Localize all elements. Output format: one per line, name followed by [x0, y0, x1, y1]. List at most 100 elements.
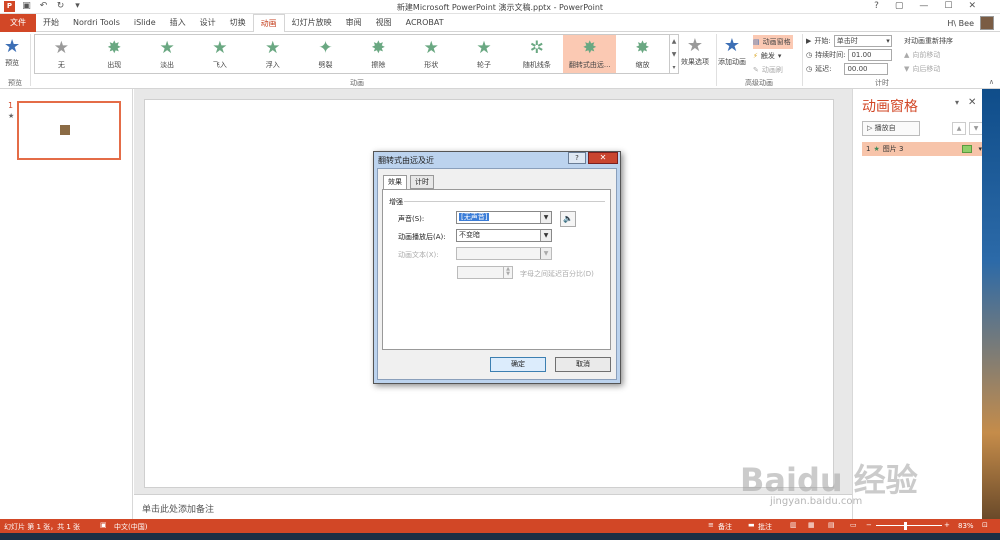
comments-toggle[interactable]: 批注 [758, 522, 772, 532]
reading-view-icon[interactable]: ▤ [828, 521, 835, 529]
help-icon[interactable]: ? [874, 1, 879, 11]
animation-float-in[interactable]: ★ 浮入 [246, 35, 299, 73]
zoom-out-icon[interactable]: − [866, 521, 872, 529]
move-up-button[interactable]: ▲ [952, 122, 966, 135]
gallery-up-icon[interactable]: ▲ [670, 35, 678, 48]
slide-sorter-icon[interactable]: ▦ [808, 521, 815, 529]
dialog-close-button[interactable]: ✕ [588, 152, 618, 164]
arrow-up-icon: ▲ [904, 51, 910, 59]
zoom-level[interactable]: 83% [958, 522, 974, 530]
animation-zoom[interactable]: ✸ 缩放 [616, 35, 669, 73]
pane-options-icon[interactable]: ▾ [955, 98, 959, 107]
slideshow-icon[interactable]: ▭ [850, 521, 857, 529]
animation-appear[interactable]: ✸ 出现 [88, 35, 141, 73]
tab-islide[interactable]: iSlide [127, 14, 163, 32]
group-label-preview: 预览 [8, 79, 22, 87]
user-account[interactable]: H\ Bee [947, 16, 994, 30]
zoom-in-icon[interactable]: + [944, 521, 950, 529]
animation-wheel[interactable]: ★ 轮子 [458, 35, 511, 73]
user-name[interactable]: H\ Bee [947, 19, 974, 28]
notes-placeholder[interactable]: 单击此处添加备注 [142, 502, 214, 515]
animation-pane-title: 动画窗格 [862, 99, 918, 115]
tab-effect[interactable]: 效果 [383, 175, 407, 190]
speaker-icon[interactable]: 🔈 [560, 211, 576, 227]
tab-acrobat[interactable]: ACROBAT [399, 14, 451, 32]
spinner-arrows-icon[interactable]: ▲ ▼ [503, 267, 512, 278]
zoom-slider[interactable] [876, 525, 942, 526]
animation-list-item[interactable]: 1 ★ 图片 3 ▾ [862, 142, 986, 156]
chevron-down-icon: ▼ [540, 230, 551, 241]
tab-view[interactable]: 视图 [369, 14, 399, 32]
animation-shape[interactable]: ★ 形状 [405, 35, 458, 73]
tab-nordri-tools[interactable]: Nordri Tools [66, 14, 127, 32]
sound-select[interactable]: [无声音] ▼ [456, 211, 552, 224]
animation-label: 飞入 [212, 61, 227, 69]
gallery-scroll[interactable]: ▲ ▼ ▾ [670, 34, 679, 74]
add-animation-label: 添加动画 [718, 58, 746, 66]
normal-view-icon[interactable]: ▥ [790, 521, 797, 529]
animation-painter-button[interactable]: ✎ 动画刷 [753, 63, 793, 77]
fade-icon: ★ [159, 38, 175, 58]
tab-home[interactable]: 开始 [36, 14, 66, 32]
ribbon-display-icon[interactable]: ▢ [895, 1, 904, 11]
ok-button[interactable]: 确定 [490, 357, 546, 372]
animation-fly-in[interactable]: ★ 飞入 [193, 35, 246, 73]
tab-design[interactable]: 设计 [193, 14, 223, 32]
split-icon: ✦ [318, 38, 333, 58]
trigger-icon: ⚡ [753, 52, 758, 60]
fit-slide-icon[interactable]: ⊡ [982, 521, 988, 529]
delay-input[interactable]: 00.00 [844, 63, 889, 75]
after-animation-select[interactable]: 不变暗 ▼ [456, 229, 552, 242]
trigger-label: 触发 [760, 52, 775, 60]
gallery-more-icon[interactable]: ▾ [670, 61, 678, 74]
letter-delay-spinner[interactable]: ▲ ▼ [457, 266, 513, 279]
gallery-down-icon[interactable]: ▼ [670, 48, 678, 61]
animation-grow-turn[interactable]: ✸ 翻转式由远... [563, 35, 617, 73]
animate-text-select[interactable]: ▼ [456, 247, 552, 260]
close-icon[interactable]: ✕ [968, 1, 976, 11]
collapse-ribbon-icon[interactable]: ∧ [989, 78, 994, 86]
zoom-slider-thumb[interactable] [904, 522, 907, 530]
animation-label: 形状 [424, 61, 439, 69]
tab-file[interactable]: 文件 [0, 13, 36, 32]
add-animation-button[interactable]: ★ 添加动画 [718, 35, 746, 67]
animation-none-star[interactable]: ★ 无 [35, 35, 88, 73]
start-select[interactable]: 单击时 ▾ [833, 35, 892, 47]
animation-fade[interactable]: ★ 淡出 [141, 35, 194, 73]
animation-wipe[interactable]: ✸ 擦除 [352, 35, 405, 73]
tab-transitions[interactable]: 切换 [223, 14, 253, 32]
comments-icon[interactable]: ▬ [748, 521, 755, 529]
cancel-button[interactable]: 取消 [555, 357, 611, 372]
spellcheck-icon[interactable]: ▣ [100, 521, 107, 529]
dialog-help-button[interactable]: ? [568, 152, 586, 164]
play-from-button[interactable]: ▷ 播放自 [862, 121, 920, 136]
move-later-button[interactable]: ▼ 向后移动 [904, 62, 953, 76]
tab-animations[interactable]: 动画 [252, 13, 285, 33]
language[interactable]: 中文(中国) [114, 522, 147, 532]
tab-timing[interactable]: 计时 [410, 175, 434, 189]
avatar[interactable] [980, 16, 994, 30]
arrow-down-icon: ▼ [904, 65, 910, 73]
notes-toggle[interactable]: 备注 [718, 522, 732, 532]
slide-thumbnail[interactable] [17, 101, 121, 160]
move-later-label: 向后移动 [912, 65, 941, 73]
minimize-icon[interactable]: — [919, 1, 928, 11]
move-down-button[interactable]: ▼ [969, 122, 983, 135]
effect-options-button[interactable]: ★ 效果选项 [681, 35, 709, 67]
duration-input[interactable]: 01.00 [848, 49, 893, 61]
pane-close-icon[interactable]: ✕ [968, 97, 976, 108]
after-animation-value: 不变暗 [459, 231, 480, 239]
animation-split[interactable]: ✦ 劈裂 [299, 35, 352, 73]
move-earlier-button[interactable]: ▲ 向前移动 [904, 48, 953, 62]
animation-pane-button[interactable]: ▤ 动画窗格 [753, 35, 793, 49]
notes-icon[interactable]: ≡ [708, 521, 714, 529]
animation-random-bars[interactable]: ✲ 随机线条 [510, 35, 563, 73]
preview-button[interactable]: ★ 预览 [4, 36, 20, 68]
tab-insert[interactable]: 插入 [163, 14, 193, 32]
group-divider [404, 201, 605, 202]
tab-review[interactable]: 审阅 [339, 14, 369, 32]
tab-slideshow[interactable]: 幻灯片放映 [285, 14, 339, 32]
maximize-icon[interactable]: ☐ [944, 1, 952, 11]
window-controls: ? ▢ — ☐ ✕ [874, 1, 976, 11]
trigger-button[interactable]: ⚡ 触发 ▾ [753, 49, 793, 63]
